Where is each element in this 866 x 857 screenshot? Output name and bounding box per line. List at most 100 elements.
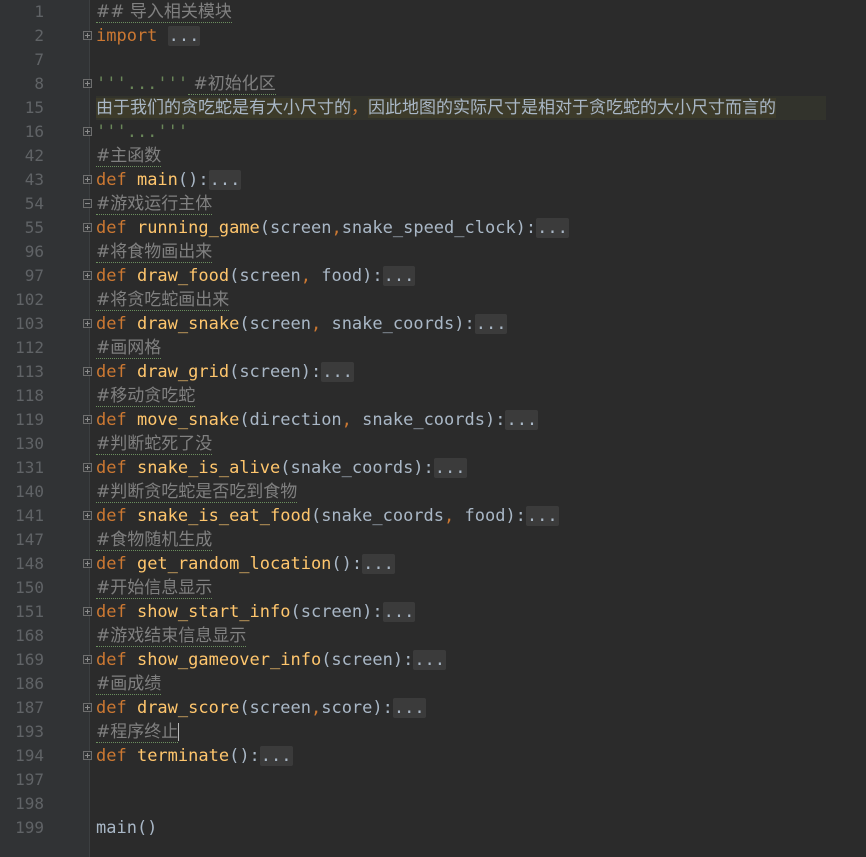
code-token: #食物随机生成 — [96, 530, 213, 551]
code-token: draw_score — [136, 698, 240, 718]
code-line[interactable]: #主函数 — [96, 144, 162, 168]
folded-code-placeholder[interactable]: ... — [208, 170, 242, 190]
code-line[interactable]: '''...''' #初始化区 — [96, 72, 276, 96]
code-token: show_start_info — [136, 602, 291, 622]
folded-code-placeholder[interactable]: ... — [505, 410, 539, 430]
code-token: show_gameover_info — [136, 650, 322, 670]
code-line[interactable]: def main():... — [96, 168, 242, 192]
code-token: draw_grid — [136, 362, 230, 382]
folded-code-placeholder[interactable]: ... — [474, 314, 508, 334]
line-number: 199 — [15, 818, 44, 837]
code-line[interactable]: '''...''' — [96, 120, 188, 144]
code-line[interactable]: def move_snake(direction, snake_coords):… — [96, 408, 539, 432]
code-line[interactable]: def draw_score(screen,score):... — [96, 696, 426, 720]
code-line[interactable]: def draw_grid(screen):... — [96, 360, 354, 384]
code-editor[interactable]: 1 2 7 8 15 16 42 43 54 55 96 97 102 103 112 113 118 119 13… — [0, 0, 866, 857]
code-line[interactable]: #程序终止 — [96, 720, 180, 744]
line-number: 43 — [24, 170, 44, 189]
code-token: , — [331, 218, 342, 238]
line-number: 140 — [15, 482, 44, 501]
code-line[interactable]: #游戏运行主体 — [96, 192, 213, 216]
code-token: def — [96, 698, 137, 718]
line-number: 147 — [15, 530, 44, 549]
code-token: terminate — [136, 746, 230, 766]
code-token: #程序终止 — [96, 722, 179, 743]
code-token: def — [96, 650, 137, 670]
line-number: 16 — [24, 122, 44, 141]
code-token: (): — [331, 554, 363, 574]
text-cursor — [178, 723, 180, 741]
code-line[interactable]: #开始信息显示 — [96, 576, 213, 600]
line-number: 113 — [15, 362, 44, 381]
line-number: 148 — [15, 554, 44, 573]
code-token: snake_coords): — [331, 314, 475, 334]
code-line[interactable]: #将食物画出来 — [96, 240, 213, 264]
folded-code-placeholder[interactable]: ... — [392, 698, 426, 718]
code-token: def — [96, 602, 137, 622]
code-token: 因此地图的实际尺寸是相对于贪吃蛇的大小尺寸而言的 — [368, 98, 776, 118]
code-line[interactable]: def show_start_info(screen):... — [96, 600, 416, 624]
code-token: snake_is_alive — [136, 458, 281, 478]
folded-code-placeholder[interactable]: ... — [259, 746, 293, 766]
code-token: #开始信息显示 — [96, 578, 213, 599]
folded-code-placeholder[interactable]: ... — [525, 506, 559, 526]
folded-code-placeholder[interactable]: ... — [321, 362, 354, 382]
code-line[interactable]: #将贪吃蛇画出来 — [96, 288, 230, 312]
code-token: snake_is_eat_food — [136, 506, 311, 526]
code-token: #判断贪吃蛇是否吃到食物 — [96, 482, 298, 503]
folded-code-placeholder[interactable]: ... — [382, 266, 416, 286]
line-number: 168 — [15, 626, 44, 645]
code-token: move_snake — [136, 410, 240, 430]
code-line[interactable]: 由于我们的贪吃蛇是有大小尺寸的，因此地图的实际尺寸是相对于贪吃蛇的大小尺寸而言的 — [96, 96, 826, 120]
code-token: #画成绩 — [96, 674, 162, 695]
code-token: '''...''' — [96, 74, 189, 94]
code-token: 由于我们的贪吃蛇是有大小尺寸的 — [96, 98, 351, 118]
code-token: (): — [229, 746, 260, 766]
folded-code-placeholder[interactable]: ... — [413, 650, 447, 670]
code-token: def — [96, 314, 137, 334]
folded-code-placeholder[interactable]: ... — [382, 602, 416, 622]
code-token: snake_coords): — [362, 410, 506, 430]
code-line[interactable]: #游戏结束信息显示 — [96, 624, 247, 648]
code-token: , — [310, 698, 322, 718]
code-token: '''...''' — [96, 122, 189, 142]
code-line[interactable]: #食物随机生成 — [96, 528, 213, 552]
code-token: #将贪吃蛇画出来 — [96, 290, 230, 311]
line-number: 97 — [24, 266, 44, 285]
code-line[interactable]: ## 导入相关模块 — [96, 0, 232, 24]
code-token: #将食物画出来 — [96, 242, 213, 263]
code-line[interactable]: main() — [96, 816, 157, 840]
code-line[interactable]: #判断蛇死了没 — [96, 432, 213, 456]
code-line[interactable]: def terminate():... — [96, 744, 293, 768]
code-token: draw_food — [136, 266, 230, 286]
code-token: (screen — [239, 698, 311, 718]
code-token: main — [136, 170, 178, 190]
code-line[interactable]: def snake_is_alive(snake_coords):... — [96, 456, 467, 480]
code-line[interactable]: #画网格 — [96, 336, 162, 360]
code-line[interactable]: def get_random_location():... — [96, 552, 395, 576]
code-line[interactable]: def snake_is_eat_food(snake_coords, food… — [96, 504, 559, 528]
code-line[interactable]: import ... — [96, 24, 201, 48]
code-token: def — [96, 218, 137, 238]
code-line[interactable]: def show_gameover_info(screen):... — [96, 648, 447, 672]
folded-code-placeholder[interactable]: ... — [362, 554, 395, 574]
code-line[interactable]: def draw_snake(screen, snake_coords):... — [96, 312, 508, 336]
code-token: food): — [321, 266, 383, 286]
line-number: 54 — [24, 194, 44, 213]
folded-code-placeholder[interactable]: ... — [167, 26, 201, 46]
code-token: #游戏结束信息显示 — [96, 626, 247, 647]
code-line[interactable]: #判断贪吃蛇是否吃到食物 — [96, 480, 298, 504]
code-token: (screen — [229, 266, 301, 286]
code-line[interactable]: def running_game(screen,snake_speed_cloc… — [96, 216, 569, 240]
code-line[interactable]: def draw_food(screen, food):... — [96, 264, 416, 288]
code-token: def — [96, 554, 137, 574]
code-line[interactable]: #画成绩 — [96, 672, 162, 696]
line-number: 130 — [15, 434, 44, 453]
code-line[interactable]: #移动贪吃蛇 — [96, 384, 196, 408]
folded-code-placeholder[interactable]: ... — [536, 218, 569, 238]
code-area[interactable]: ## 导入相关模块 import ... '''...''' #初始化区 由于我们的贪… — [89, 0, 866, 857]
line-number: 194 — [15, 746, 44, 765]
line-number: 42 — [24, 146, 44, 165]
folded-code-placeholder[interactable]: ... — [433, 458, 467, 478]
line-number: 197 — [15, 770, 44, 789]
